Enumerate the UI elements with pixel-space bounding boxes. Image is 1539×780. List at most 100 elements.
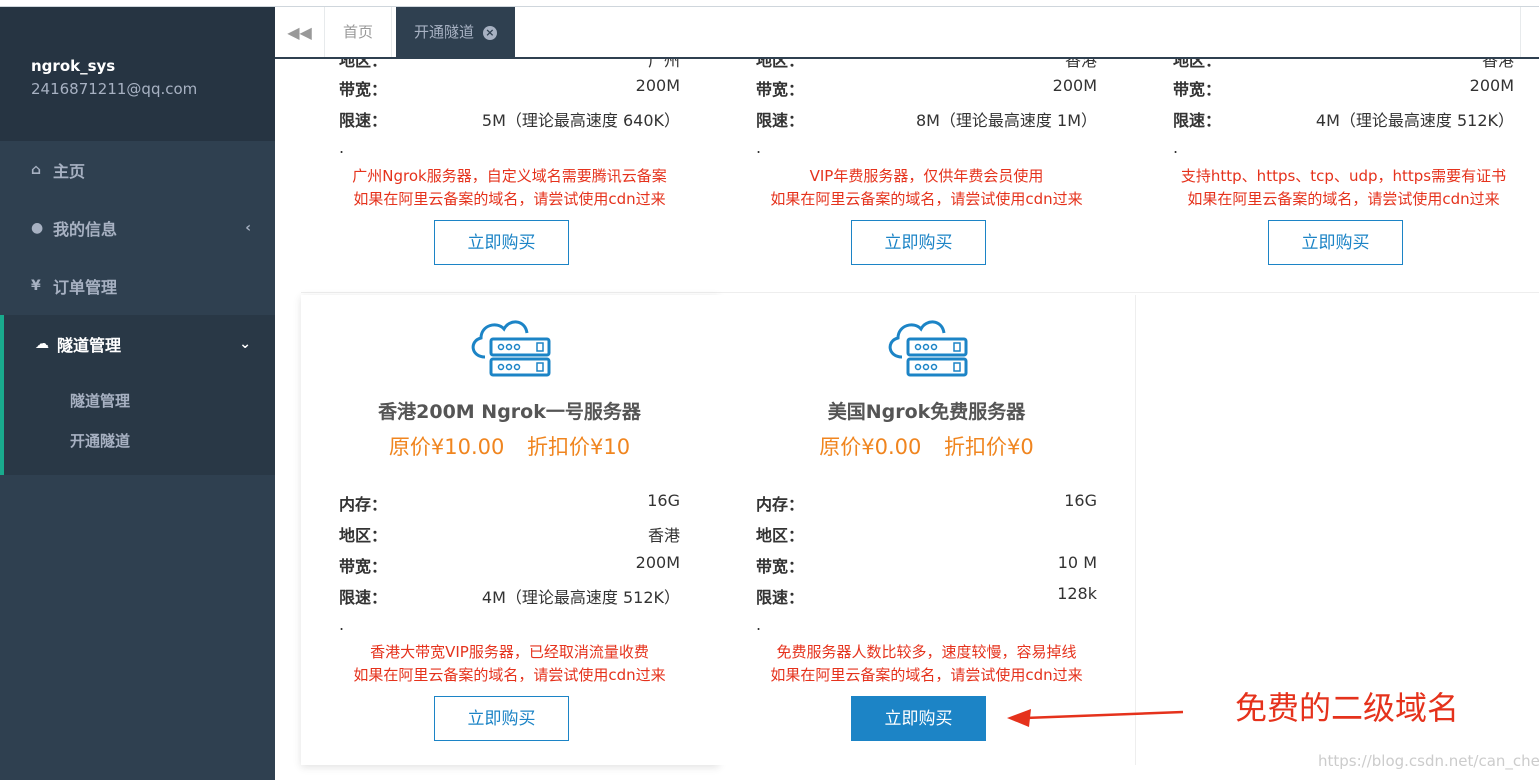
description-line: 香港大带宽VIP服务器，已经取消流量收费 (370, 643, 649, 661)
cloud-server-icon (888, 320, 967, 377)
memory-label: 内存： (339, 495, 388, 514)
user-icon: ● (31, 220, 44, 236)
memory-value: 16G (1064, 491, 1097, 510)
description-line: VIP年费服务器，仅供年费会员使用 (809, 167, 1044, 185)
speed-label: 限速： (756, 588, 805, 607)
bandwidth-value: 200M (635, 76, 680, 95)
original-price: 原价¥10.00 (388, 435, 505, 459)
submenu-item-open-tunnel[interactable]: 开通隧道 (4, 421, 275, 461)
speed-row: 限速： 4M（理论最高速度 512K） (1173, 107, 1514, 131)
region-label: 地区： (339, 526, 388, 545)
sidebar-item-home[interactable]: ⌂ 主页 (0, 141, 275, 199)
memory-row: 内存： 16G (756, 491, 1097, 515)
dot-text: . (756, 138, 762, 157)
memory-label: 内存： (756, 495, 805, 514)
server-card: 地区： 广州 带宽： 200M 限速： 5M（理论最高速度 640K） . 广州… (301, 59, 719, 293)
speed-value: 5M（理论最高速度 640K） (481, 111, 680, 130)
region-label: 地区： (339, 59, 388, 70)
submenu-item-tunnel-manage[interactable]: 隧道管理 (4, 381, 275, 421)
annotation-text: 免费的二级域名 (1235, 689, 1460, 727)
region-value: 广州 (647, 59, 680, 70)
server-description: 广州Ngrok服务器，自定义域名需要腾讯云备案 如果在阿里云备案的域名，请尝试使… (321, 165, 698, 211)
user-email: 2416871211@qq.com (31, 80, 198, 98)
yen-icon: ¥ (31, 278, 41, 294)
bandwidth-row: 带宽： 200M (756, 76, 1097, 100)
bandwidth-label: 带宽： (1173, 80, 1222, 99)
price-line: 原价¥10.00 折扣价¥10 (301, 431, 718, 461)
description-line: 广州Ngrok服务器，自定义域名需要腾讯云备案 (352, 167, 667, 185)
description-line: 如果在阿里云备案的域名，请尝试使用cdn过来 (1187, 190, 1500, 208)
bandwidth-value: 200M (635, 553, 680, 572)
region-label: 地区： (1173, 59, 1222, 70)
discount-price: 折扣价¥0 (944, 435, 1034, 459)
speed-value: 128k (1057, 584, 1097, 603)
sidebar-item-label: 主页 (53, 162, 86, 181)
buy-now-button[interactable]: 立即购买 (434, 696, 569, 741)
sidebar-item-my-info[interactable]: ● 我的信息 ‹ (0, 199, 275, 257)
speed-label: 限速： (756, 111, 805, 130)
server-description: 免费服务器人数比较多，速度较慢，容易掉线 如果在阿里云备案的域名，请尝试使用cd… (738, 641, 1115, 687)
bandwidth-value: 10 M (1057, 553, 1097, 572)
region-value: 香港 (647, 526, 680, 545)
speed-row: 限速： 8M（理论最高速度 1M） (756, 107, 1097, 131)
sidebar-item-tunnels[interactable]: ☁ 隧道管理 ⌄ (0, 315, 275, 373)
bandwidth-label: 带宽： (756, 80, 805, 99)
sidebar-item-label: 隧道管理 (57, 336, 122, 355)
server-card: 地区： 香港 带宽： 200M 限速： 8M（理论最高速度 1M） . VIP年… (718, 59, 1136, 293)
speed-value: 4M（理论最高速度 512K） (481, 588, 680, 607)
server-description: 支持http、https、tcp、udp，https需要有证书 如果在阿里云备案… (1155, 165, 1532, 211)
tab-label: 开通隧道 (414, 23, 475, 41)
window-top-border (0, 0, 1539, 7)
server-title: 香港200M Ngrok一号服务器 (378, 401, 641, 423)
speed-label: 限速： (339, 588, 388, 607)
region-row: 地区： 香港 (756, 59, 1097, 71)
watermark: https://blog.csdn.net/can_chen (1318, 752, 1539, 770)
description-line: 支持http、https、tcp、udp，https需要有证书 (1180, 167, 1507, 185)
sidebar-item-label: 订单管理 (53, 278, 118, 297)
speed-value: 4M（理论最高速度 512K） (1315, 111, 1514, 130)
sidebar-item-orders[interactable]: ¥ 订单管理 (0, 257, 275, 315)
profile-header: ngrok_sys 2416871211@qq.com (0, 7, 275, 141)
region-value: 香港 (1064, 59, 1097, 70)
memory-row: 内存： 16G (339, 491, 680, 515)
buy-now-button[interactable]: 立即购买 (851, 220, 986, 265)
region-row: 地区： 香港 (1173, 59, 1514, 71)
tab-scroll-right-button[interactable] (1520, 7, 1539, 57)
description-line: 如果在阿里云备案的域名，请尝试使用cdn过来 (770, 190, 1083, 208)
chevron-left-icon: ‹ (245, 220, 251, 236)
server-card: 香港200M Ngrok一号服务器 原价¥10.00 折扣价¥10 内存： 16… (301, 295, 719, 765)
region-row: 地区： 广州 (339, 59, 680, 71)
buy-now-button[interactable]: 立即购买 (1268, 220, 1403, 265)
speed-value: 8M（理论最高速度 1M） (915, 111, 1097, 130)
tab-scroll-left-button[interactable]: ◀◀ (275, 7, 325, 57)
username[interactable]: ngrok_sys (31, 57, 115, 75)
region-row: 地区： (756, 522, 1097, 546)
dot-text: . (1173, 138, 1179, 157)
server-card: 美国Ngrok免费服务器 原价¥0.00 折扣价¥0 内存： 16G 地区： 带… (718, 295, 1136, 765)
memory-value: 16G (647, 491, 680, 510)
region-value: 香港 (1481, 59, 1514, 70)
speed-label: 限速： (339, 111, 388, 130)
server-card: 地区： 香港 带宽： 200M 限速： 4M（理论最高速度 512K） . 支持… (1135, 59, 1539, 293)
description-line: 如果在阿里云备案的域名，请尝试使用cdn过来 (353, 190, 666, 208)
buy-now-button[interactable]: 立即购买 (434, 220, 569, 265)
dot-text: . (339, 615, 345, 634)
discount-price: 折扣价¥10 (527, 435, 631, 459)
description-line: 如果在阿里云备案的域名，请尝试使用cdn过来 (770, 666, 1083, 684)
speed-row: 限速： 4M（理论最高速度 512K） (339, 584, 680, 608)
speed-row: 限速： 5M（理论最高速度 640K） (339, 107, 680, 131)
bandwidth-label: 带宽： (339, 80, 388, 99)
buy-now-button[interactable]: 立即购买 (851, 696, 986, 741)
tab-open-tunnel[interactable]: 开通隧道 × (396, 7, 515, 57)
home-icon: ⌂ (31, 162, 42, 178)
bandwidth-row: 带宽： 200M (1173, 76, 1514, 100)
sidebar: ngrok_sys 2416871211@qq.com ⌂ 主页 ● 我的信息 … (0, 7, 275, 780)
original-price: 原价¥0.00 (819, 435, 922, 459)
description-line: 如果在阿里云备案的域名，请尝试使用cdn过来 (353, 666, 666, 684)
region-row: 地区： 香港 (339, 522, 680, 546)
server-description: 香港大带宽VIP服务器，已经取消流量收费 如果在阿里云备案的域名，请尝试使用cd… (321, 641, 698, 687)
double-chevron-left-icon: ◀◀ (287, 22, 312, 42)
tab-home[interactable]: 首页 (325, 7, 393, 57)
close-icon[interactable]: × (482, 25, 497, 40)
dot-text: . (339, 138, 345, 157)
